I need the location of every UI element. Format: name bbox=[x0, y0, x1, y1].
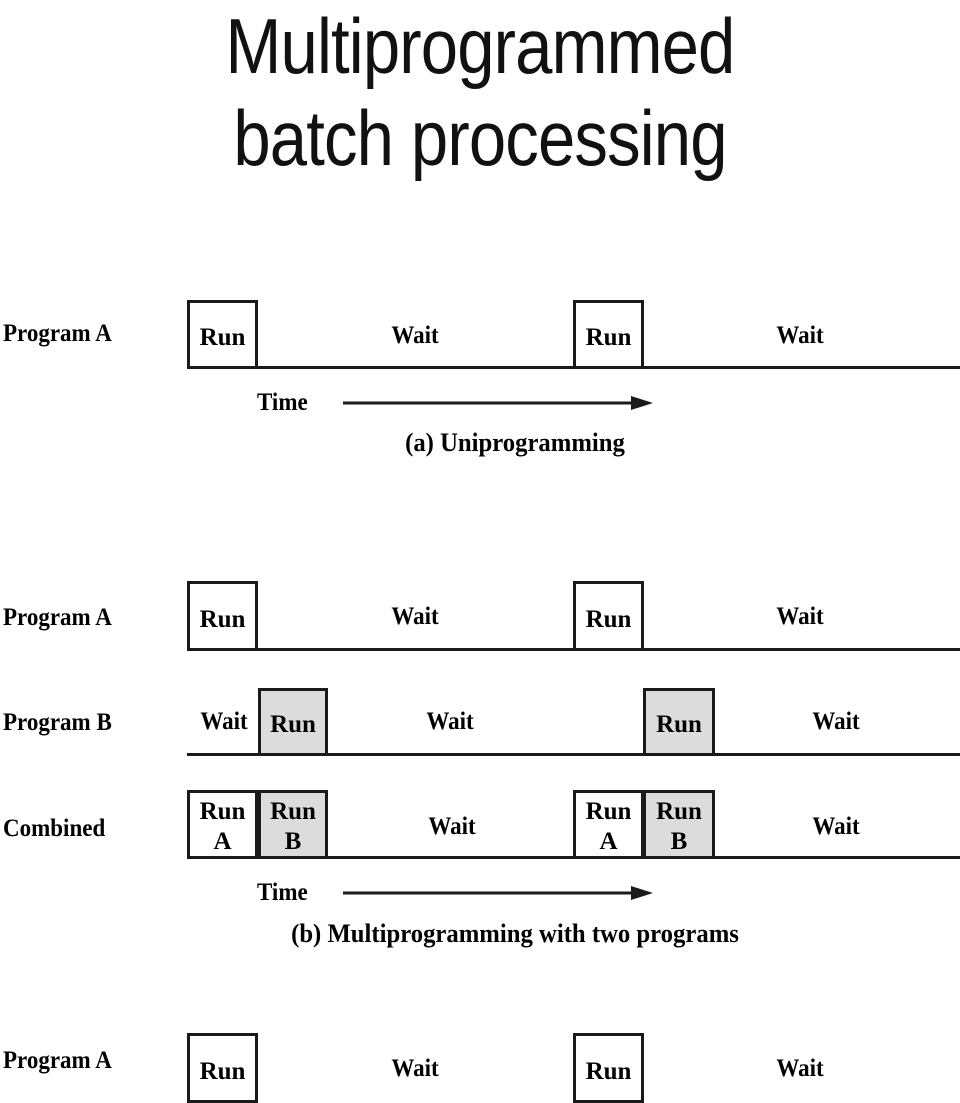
run-box: Run bbox=[573, 1033, 644, 1103]
run-box-b-shaded: Run B bbox=[643, 790, 715, 859]
run-box-label: Run bbox=[585, 1058, 632, 1085]
page-title: Multiprogrammed batch processing bbox=[0, 0, 960, 184]
wait-label: Wait bbox=[812, 813, 860, 840]
time-axis-label: Time bbox=[257, 879, 308, 906]
run-box-label: Run bbox=[585, 324, 632, 351]
run-box-a: Run A bbox=[187, 790, 258, 859]
time-arrow-icon bbox=[343, 886, 653, 900]
wait-label: Wait bbox=[812, 708, 860, 735]
run-box: Run bbox=[187, 581, 258, 651]
wait-label: Wait bbox=[200, 708, 248, 735]
run-box-sublabel: A bbox=[599, 828, 618, 855]
run-box-label: Run bbox=[199, 606, 246, 633]
time-arrow-icon bbox=[343, 396, 653, 410]
diagram-caption-a: (a) Uniprogramming bbox=[405, 428, 625, 457]
row-label-program-a: Program A bbox=[3, 604, 112, 631]
wait-label: Wait bbox=[391, 603, 439, 630]
page-title-line-1: Multiprogrammed bbox=[225, 2, 735, 90]
run-box-shaded: Run bbox=[643, 688, 715, 756]
run-box-label: Run bbox=[270, 798, 316, 825]
run-box-label: Run bbox=[199, 1058, 246, 1085]
run-box-label: Run bbox=[199, 798, 246, 825]
wait-label: Wait bbox=[776, 322, 824, 349]
wait-label: Wait bbox=[391, 322, 439, 349]
row-label-program-a: Program A bbox=[3, 320, 112, 347]
page-title-line-2: batch processing bbox=[233, 94, 727, 182]
wait-label: Wait bbox=[426, 708, 474, 735]
run-box-label: Run bbox=[656, 798, 702, 825]
run-box-label: Run bbox=[656, 711, 702, 738]
run-box: Run bbox=[187, 1033, 258, 1103]
row-label-program-b: Program B bbox=[3, 709, 112, 736]
time-axis-label: Time bbox=[257, 389, 308, 416]
run-box: Run bbox=[573, 300, 644, 369]
row-label-program-a: Program A bbox=[3, 1047, 112, 1074]
diagram-caption-b: (b) Multiprogramming with two programs bbox=[291, 919, 739, 948]
row-label-combined: Combined bbox=[3, 815, 106, 842]
run-box-label: Run bbox=[199, 324, 246, 351]
run-box-b-shaded: Run B bbox=[258, 790, 328, 859]
run-box-sublabel: B bbox=[670, 828, 688, 855]
wait-label: Wait bbox=[428, 813, 476, 840]
run-box-shaded: Run bbox=[258, 688, 328, 756]
run-box-label: Run bbox=[585, 798, 632, 825]
run-box-a: Run A bbox=[573, 790, 644, 859]
wait-label: Wait bbox=[776, 1055, 824, 1082]
run-box: Run bbox=[187, 300, 258, 369]
run-box-label: Run bbox=[585, 606, 632, 633]
run-box-sublabel: A bbox=[213, 828, 232, 855]
run-box-label: Run bbox=[270, 711, 316, 738]
wait-label: Wait bbox=[391, 1055, 439, 1082]
run-box-sublabel: B bbox=[284, 828, 302, 855]
run-box: Run bbox=[573, 581, 644, 651]
wait-label: Wait bbox=[776, 603, 824, 630]
